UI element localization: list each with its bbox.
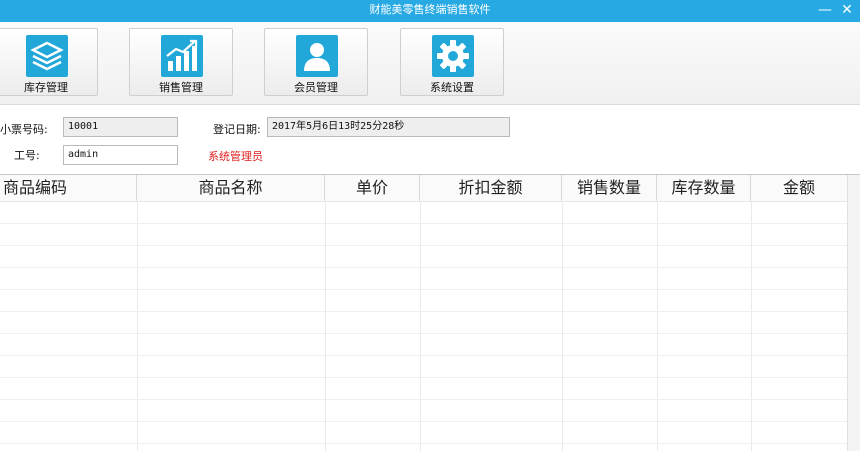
staff-id-label: 工号: [14, 149, 40, 162]
inventory-management-label: 库存管理 [24, 81, 68, 94]
table-header: 商品编码 商品名称 单价 折扣金额 销售数量 库存数量 金额 [0, 175, 860, 202]
row-divider [0, 311, 848, 312]
column-divider [562, 201, 563, 451]
column-header-product-name[interactable]: 商品名称 [137, 175, 325, 201]
close-button[interactable]: ✕ [836, 0, 858, 22]
column-divider [325, 201, 326, 451]
inventory-management-button[interactable]: 库存管理 [0, 28, 98, 96]
title-bar: 财能美零售终端销售软件 — ✕ [0, 0, 860, 22]
column-header-unit-price[interactable]: 单价 [325, 175, 420, 201]
vertical-scrollbar[interactable] [847, 175, 860, 451]
column-divider [751, 201, 752, 451]
sales-management-label: 销售管理 [159, 81, 203, 94]
sales-items-table: 商品编码 商品名称 单价 折扣金额 销售数量 库存数量 金额 [0, 174, 860, 451]
member-management-label: 会员管理 [294, 81, 338, 94]
row-divider [0, 333, 848, 334]
main-toolbar: 库存管理 销售管理 会员管理 系统设置 [0, 22, 860, 105]
system-settings-label: 系统设置 [430, 81, 474, 94]
staff-id-field[interactable]: admin [63, 145, 178, 165]
user-icon [296, 35, 338, 77]
column-header-sales-quantity[interactable]: 销售数量 [562, 175, 657, 201]
row-divider [0, 289, 848, 290]
column-header-discount-amount[interactable]: 折扣金额 [420, 175, 562, 201]
column-header-product-code[interactable]: 商品编码 [0, 175, 137, 201]
minimize-button[interactable]: — [814, 0, 836, 22]
member-management-button[interactable]: 会员管理 [264, 28, 368, 96]
row-divider [0, 245, 848, 246]
row-divider [0, 223, 848, 224]
column-divider [657, 201, 658, 451]
row-divider [0, 355, 848, 356]
receipt-number-field[interactable]: 10001 [63, 117, 178, 137]
stack-layers-icon [26, 35, 68, 77]
row-divider [0, 399, 848, 400]
window-title: 财能美零售终端销售软件 [369, 3, 491, 16]
registration-date-label: 登记日期: [213, 123, 261, 136]
gear-icon [432, 35, 474, 77]
user-role-text: 系统管理员 [208, 150, 263, 163]
bar-chart-icon [161, 35, 203, 77]
row-divider [0, 421, 848, 422]
system-settings-button[interactable]: 系统设置 [400, 28, 504, 96]
receipt-number-label: 小票号码: [0, 123, 48, 136]
registration-date-field[interactable]: 2017年5月6日13时25分28秒 [267, 117, 510, 137]
row-divider [0, 443, 848, 444]
column-header-stock-quantity[interactable]: 库存数量 [657, 175, 751, 201]
column-divider [420, 201, 421, 451]
row-divider [0, 377, 848, 378]
row-divider [0, 267, 848, 268]
column-divider [137, 201, 138, 451]
column-header-amount[interactable]: 金额 [751, 175, 848, 201]
sales-management-button[interactable]: 销售管理 [129, 28, 233, 96]
sales-form: 小票号码: 10001 登记日期: 2017年5月6日13时25分28秒 工号:… [0, 105, 860, 173]
